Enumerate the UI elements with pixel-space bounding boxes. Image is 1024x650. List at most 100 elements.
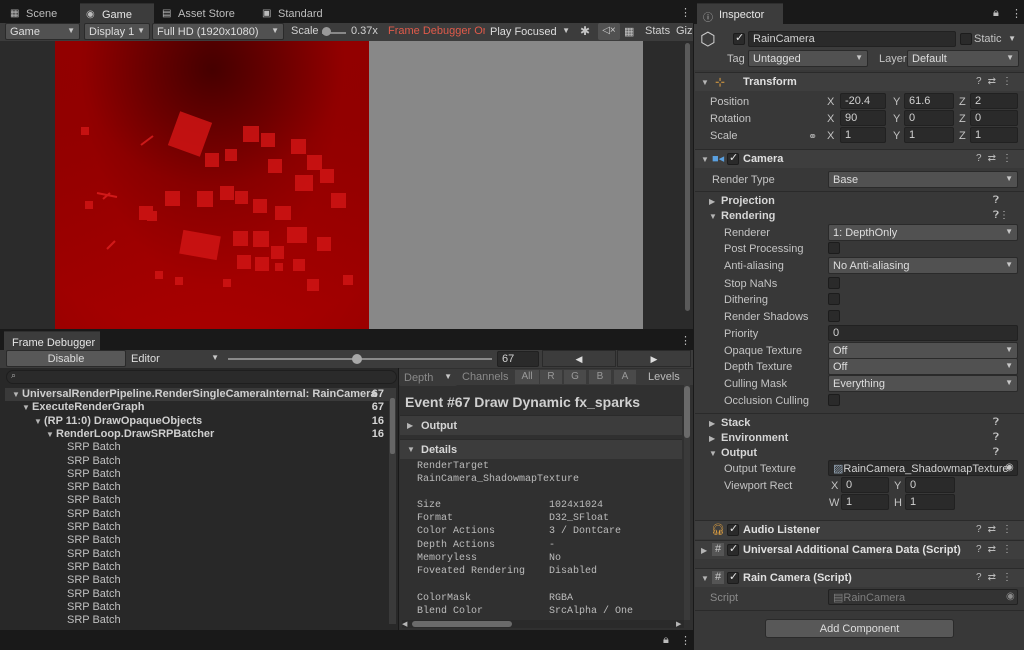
tree-row[interactable]: SRP Batch	[5, 494, 392, 507]
channel-b-button[interactable]: B	[589, 370, 611, 384]
link-icon[interactable]: ⚭	[808, 130, 817, 143]
tree-row[interactable]: ▼ RenderLoop.DrawSRPBatcher 16	[5, 428, 392, 441]
frame-debugger-menu-icon[interactable]: ⋮	[680, 334, 691, 347]
resolution-dropdown[interactable]: Full HD (1920x1080) ▼	[152, 23, 284, 40]
gizmos-button[interactable]: Giz	[676, 25, 693, 37]
viewport-w-field[interactable]: 1	[841, 494, 889, 510]
audio-listener-header[interactable]: 🎧︎ Audio Listener ?⇄⋮	[695, 520, 1024, 539]
anti-aliasing-dropdown[interactable]: No Anti-aliasing ▼	[828, 257, 1018, 274]
culling-mask-dropdown[interactable]: Everything ▼	[828, 375, 1018, 392]
transform-header[interactable]: ▼ ⊹ Transform ?⇄⋮	[695, 72, 1024, 91]
previous-event-button[interactable]: ◀	[542, 350, 616, 367]
scale-z-field[interactable]: 1	[970, 127, 1018, 143]
target-dropdown[interactable]: Editor ▼	[126, 350, 224, 367]
render-shadows-checkbox[interactable]	[828, 310, 840, 322]
viewport-x-field[interactable]: 0	[841, 477, 889, 493]
viewport-y-field[interactable]: 0	[905, 477, 955, 493]
renderer-dropdown[interactable]: 1: DepthOnly ▼	[828, 224, 1018, 241]
environment-foldout[interactable]: Environment	[721, 432, 788, 444]
gameobject-active-checkbox[interactable]	[733, 31, 745, 45]
tree-row[interactable]: SRP Batch	[5, 548, 392, 561]
occlusion-culling-checkbox[interactable]	[828, 394, 840, 406]
position-x-field[interactable]: -20.4	[840, 93, 886, 109]
details-foldout[interactable]: ▼ Details	[400, 439, 682, 459]
tab-standard[interactable]: ▣ Standard	[256, 3, 346, 24]
rotation-z-field[interactable]: 0	[970, 110, 1018, 126]
priority-field[interactable]: 0	[828, 325, 1018, 341]
stop-nans-checkbox[interactable]	[828, 277, 840, 289]
rain-camera-checkbox[interactable]	[727, 570, 739, 584]
scale-x-field[interactable]: 1	[840, 127, 886, 143]
triangle-down-icon[interactable]: ▼	[709, 212, 717, 221]
camera-enabled-checkbox[interactable]	[727, 151, 739, 165]
tree-row[interactable]: SRP Batch	[5, 614, 392, 627]
detail-hscroll-thumb[interactable]	[412, 621, 512, 627]
keyboard-icon[interactable]: ▦	[624, 25, 634, 38]
tree-row[interactable]: SRP Batch	[5, 455, 392, 468]
tree-row[interactable]: SRP Batch	[5, 588, 392, 601]
tree-row[interactable]: ▼ (RP 11:0) DrawOpaqueObjects 16	[5, 415, 392, 428]
status-menu-icon[interactable]: ⋮	[680, 634, 691, 647]
stack-foldout[interactable]: Stack	[721, 417, 750, 429]
component-tools-icon[interactable]: ?⇄⋮	[976, 153, 1018, 164]
tree-row[interactable]: SRP Batch	[5, 534, 392, 547]
help-icon[interactable]: ❓︎	[993, 447, 999, 458]
help-icon[interactable]: ❓︎	[993, 417, 999, 428]
tab-asset-store[interactable]: ▤ Asset Store	[156, 3, 256, 24]
gameobject-cube-icon[interactable]: ⬡	[700, 30, 720, 50]
object-picker-icon[interactable]: ◉	[1005, 462, 1014, 473]
scroll-right-icon[interactable]: ▶	[676, 620, 681, 628]
output-foldout-inspector[interactable]: Output	[721, 447, 757, 459]
display-dropdown[interactable]: Display 1 ▼	[84, 23, 150, 40]
bug-icon[interactable]: ✱	[580, 24, 590, 38]
add-component-button[interactable]: Add Component	[765, 619, 954, 638]
tree-row[interactable]: SRP Batch	[5, 521, 392, 534]
component-tools-icon[interactable]: ?⇄⋮	[976, 524, 1018, 535]
triangle-down-icon[interactable]: ▼	[46, 430, 54, 439]
lock-icon[interactable]: 🔒︎	[663, 634, 669, 647]
position-y-field[interactable]: 61.6	[904, 93, 954, 109]
triangle-right-icon[interactable]: ▶	[709, 419, 715, 428]
position-z-field[interactable]: 2	[970, 93, 1018, 109]
output-foldout[interactable]: ▶ Output	[400, 415, 682, 435]
triangle-down-icon[interactable]: ▼	[709, 449, 717, 458]
play-mode-dropdown[interactable]: Play Focused ▼	[485, 23, 575, 40]
projection-foldout[interactable]: Projection	[721, 195, 775, 207]
tab-frame-debugger[interactable]: Frame Debugger	[4, 331, 100, 350]
tree-row[interactable]: ▼ ExecuteRenderGraph 67	[5, 401, 392, 414]
static-checkbox[interactable]	[960, 33, 972, 45]
triangle-down-icon[interactable]: ▼	[12, 390, 20, 399]
next-event-button[interactable]: ▶	[617, 350, 691, 367]
scroll-left-icon[interactable]: ◀	[402, 620, 407, 628]
tree-search-field[interactable]: ⌕	[6, 370, 397, 384]
disable-button[interactable]: Disable	[6, 350, 126, 367]
triangle-right-icon[interactable]: ▶	[709, 434, 715, 443]
event-index-field[interactable]: 67	[497, 351, 539, 367]
tree-row[interactable]: SRP Batch	[5, 574, 392, 587]
help-icon[interactable]: ❓︎	[993, 432, 999, 443]
tree-row[interactable]: SRP Batch	[5, 441, 392, 454]
channel-a-button[interactable]: A	[614, 370, 636, 384]
component-tools-icon[interactable]: ?⇄⋮	[976, 76, 1018, 87]
tag-dropdown[interactable]: Untagged ▼	[748, 50, 868, 67]
frame-debugger-on-label[interactable]: Frame Debugger On	[388, 25, 489, 37]
channel-all-button[interactable]: All	[515, 370, 539, 384]
component-tools-icon[interactable]: ?⇄⋮	[976, 544, 1018, 555]
static-dropdown-arrow[interactable]: ▼	[1007, 31, 1021, 48]
dithering-checkbox[interactable]	[828, 293, 840, 305]
gameobject-name-field[interactable]: RainCamera	[748, 31, 956, 47]
depth-dropdown[interactable]: Depth ▼	[399, 369, 457, 386]
tree-row[interactable]: SRP Batch	[5, 481, 392, 494]
detail-vscroll-thumb[interactable]	[684, 386, 690, 438]
display-mode-dropdown[interactable]: Game ▼	[5, 23, 80, 40]
triangle-right-icon[interactable]: ▶	[709, 197, 715, 206]
tab-game[interactable]: ◉ Game	[80, 3, 154, 24]
output-texture-field[interactable]: ▨RainCamera_ShadowmapTexture	[828, 460, 1018, 476]
viewport-h-field[interactable]: 1	[905, 494, 955, 510]
post-processing-checkbox[interactable]	[828, 242, 840, 254]
rotation-y-field[interactable]: 0	[904, 110, 954, 126]
stats-button[interactable]: Stats	[645, 25, 670, 37]
triangle-down-icon[interactable]: ▼	[34, 417, 42, 426]
tree-row[interactable]: SRP Batch	[5, 468, 392, 481]
layer-dropdown[interactable]: Default ▼	[907, 50, 1019, 67]
